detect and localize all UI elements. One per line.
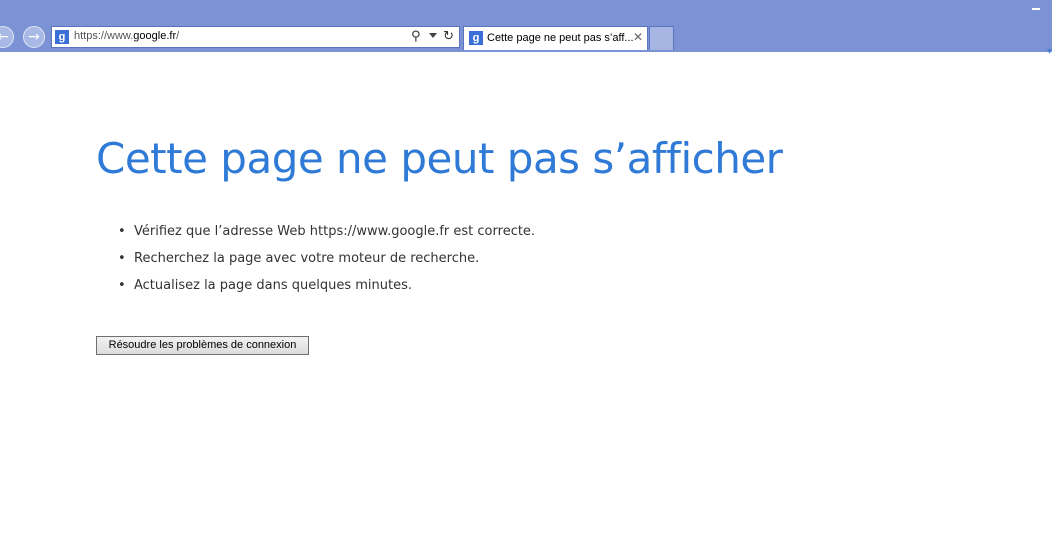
tab-label: Cette page ne peut pas s’aff... — [487, 32, 634, 44]
suggestion-text: Actualisez la page dans quelques minutes… — [134, 278, 412, 293]
browser-chrome: ← → g https://www.google.fr/ ⚲ ↻ g Cette… — [0, 0, 1052, 52]
close-icon[interactable]: ✕ — [633, 30, 643, 44]
suggestion-text: Recherchez la page avec votre moteur de … — [134, 251, 480, 266]
scroll-edge-icon: ▾ — [1047, 46, 1052, 57]
page-content: Cette page ne peut pas s’afficher • Vérif… — [0, 52, 1052, 546]
google-favicon-icon: g — [55, 30, 69, 44]
list-item: • Actualisez la page dans quelques minute… — [118, 276, 535, 303]
page-title: Cette page ne peut pas s’afficher — [96, 134, 783, 183]
google-favicon-icon: g — [469, 31, 483, 45]
suggestion-text: Vérifiez que l’adresse Web https://www.g… — [134, 224, 536, 239]
forward-button[interactable]: → — [23, 26, 45, 48]
url-prefix: https://www. — [74, 30, 134, 42]
list-item: • Vérifiez que l’adresse Web https://www.… — [118, 222, 535, 249]
bullet-icon: • — [118, 224, 126, 239]
suggestion-list: • Vérifiez que l’adresse Web https://www.… — [118, 222, 535, 303]
minimize-icon[interactable] — [1032, 8, 1040, 10]
list-item: • Recherchez la page avec votre moteur de… — [118, 249, 535, 276]
url-host: google.fr — [133, 30, 177, 42]
bullet-icon: • — [118, 251, 126, 266]
search-icon[interactable]: ⚲ — [411, 29, 425, 45]
back-arrow-icon: ← — [0, 29, 9, 45]
new-tab-button[interactable] — [649, 26, 674, 50]
address-bar[interactable]: g https://www.google.fr/ ⚲ ↻ — [51, 26, 460, 48]
refresh-icon[interactable]: ↻ — [443, 29, 454, 44]
forward-arrow-icon: → — [28, 29, 40, 45]
bullet-icon: • — [118, 278, 126, 293]
url-text[interactable]: https://www.google.fr/ — [74, 30, 179, 42]
tab-active[interactable]: g Cette page ne peut pas s’aff... ✕ — [463, 26, 648, 50]
fix-connection-button[interactable]: Résoudre les problèmes de connexion — [96, 336, 309, 355]
chevron-down-icon[interactable] — [429, 33, 437, 38]
back-button[interactable]: ← — [0, 26, 14, 48]
url-suffix: / — [176, 30, 180, 42]
